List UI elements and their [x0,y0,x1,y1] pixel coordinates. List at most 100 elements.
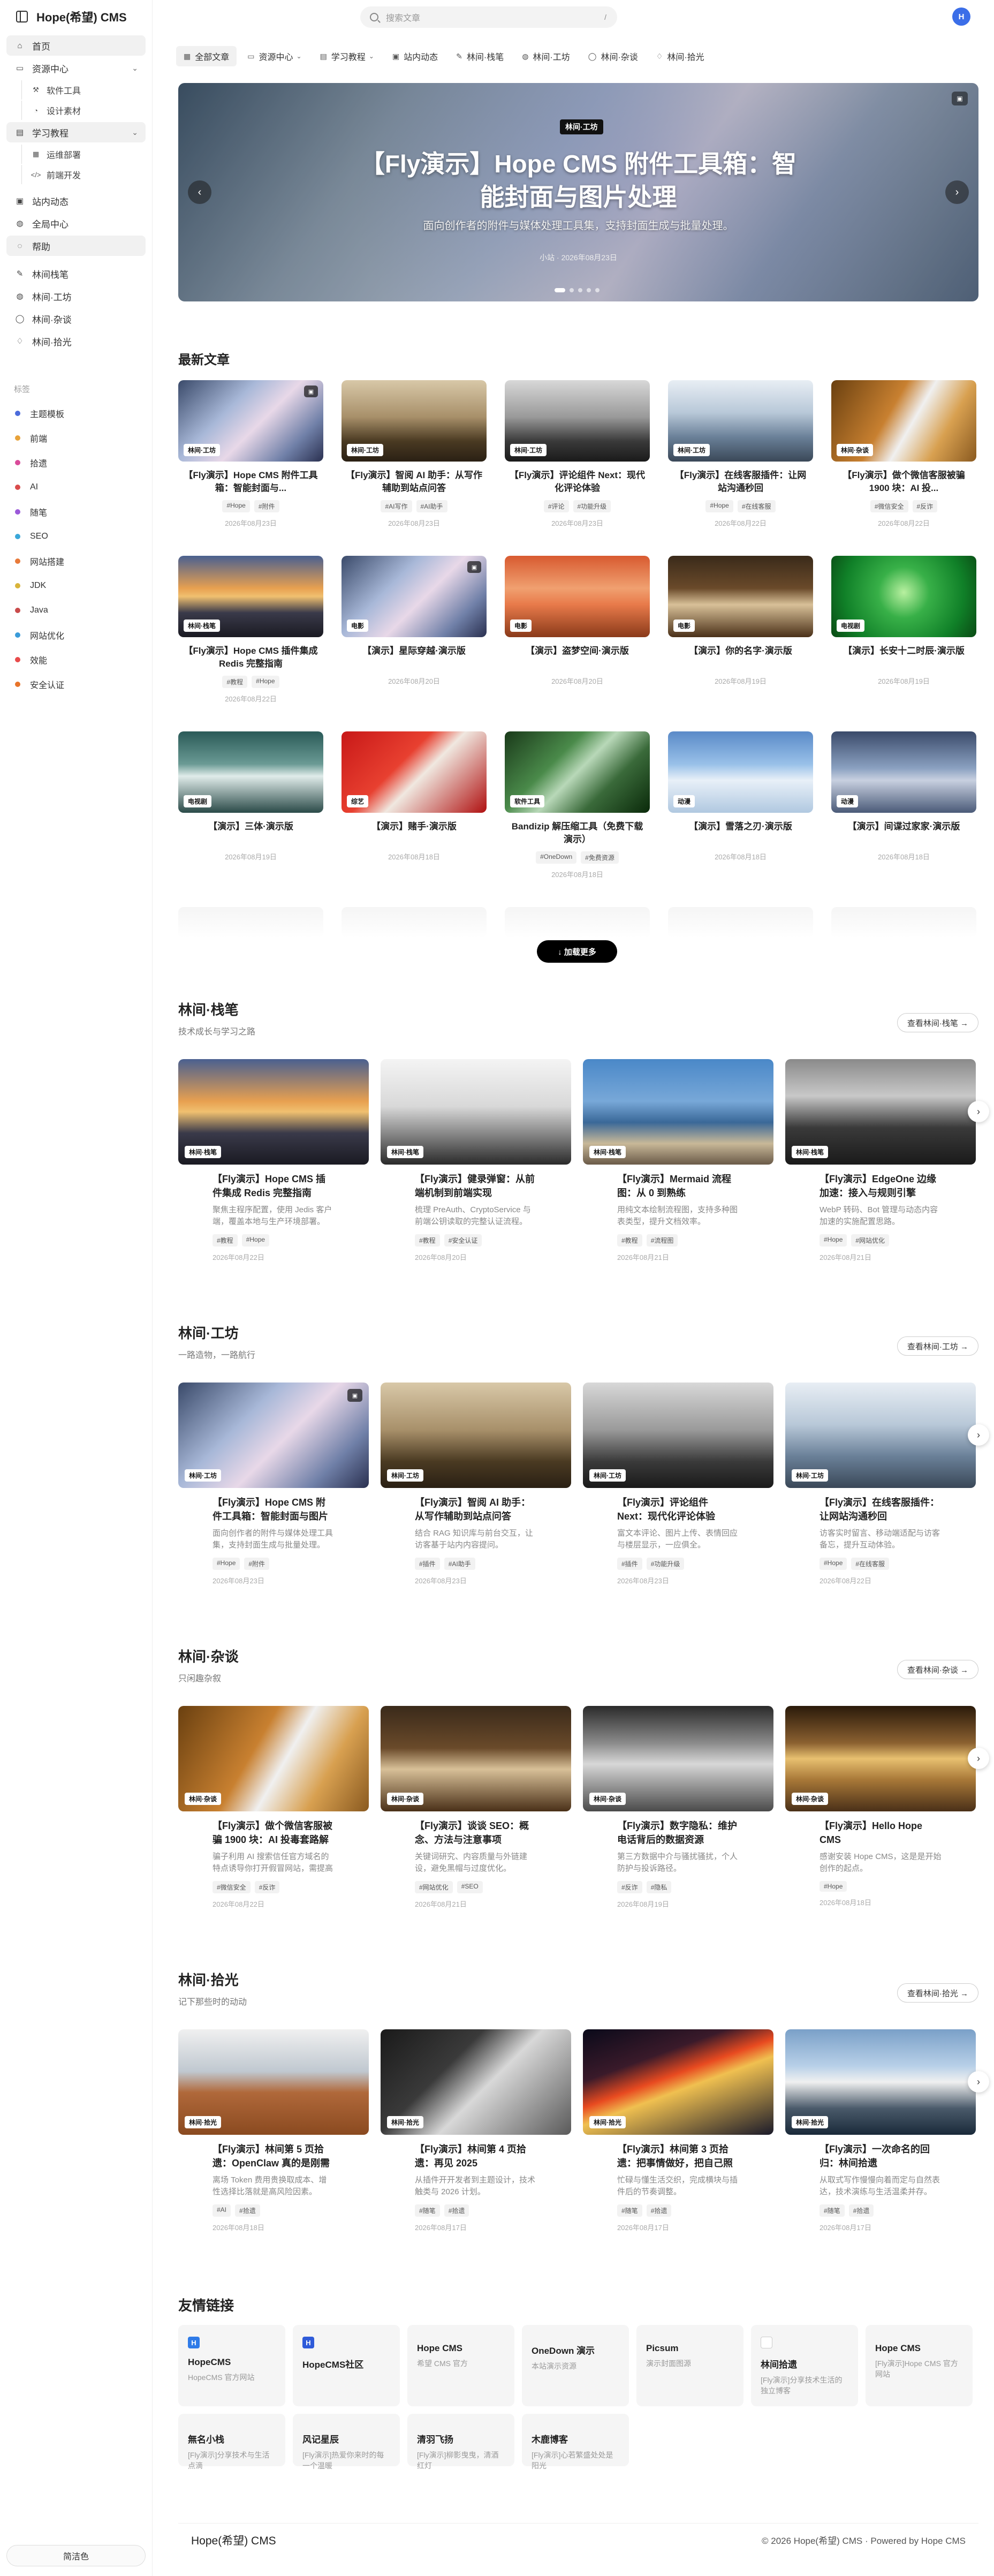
sidebar-item-9[interactable]: ◌ 帮助 [6,236,146,256]
friend-link-card[interactable]: Picsum 演示封面图源 [636,2325,743,2406]
article-tag[interactable]: #Hope [820,1234,847,1247]
article-cover-image[interactable]: 林间·工坊 [505,380,650,462]
article-tag[interactable]: #在线客服 [851,1558,890,1570]
sidebar-item-12[interactable]: ◯ 林间·杂谈 [6,308,146,329]
article-title[interactable]: 【演示】你的名字·演示版 [668,645,813,670]
article-cover-image[interactable]: 林间·杂谈 [831,380,976,462]
sidebar-tag-9[interactable]: 网站优化 [0,623,152,647]
sidebar-item-2[interactable]: ⚒ 软件工具 [21,80,146,100]
article-cover-image[interactable]: 林间·栈笔 [583,1059,773,1165]
category-tab-5[interactable]: ◍ 林间·工坊 [514,46,578,66]
view-section-button[interactable]: 查看林间·杂谈 → [897,1660,978,1679]
article-cover-image[interactable]: 林间·工坊 [342,380,487,462]
sidebar-tag-7[interactable]: JDK [0,573,152,598]
article-tag[interactable]: #Hope [252,676,279,688]
article-title[interactable]: 【演示】星际穿越·演示版 [342,645,487,670]
article-title[interactable]: 【演示】盗梦空间·演示版 [505,645,650,670]
sidebar-tag-0[interactable]: 主题模板 [0,401,152,426]
article-tag[interactable]: #评论 [543,500,569,512]
article-title[interactable]: 【Fly演示】林间第 3 页拾遗：把事情做好，把自己照顾好 [583,2142,773,2170]
search-input[interactable]: 搜索文章 / [360,6,617,28]
article-card[interactable]: 电视剧 【演示】三体·演示版 2026年08月19日 [178,731,323,862]
category-tab-3[interactable]: ▣ 站内动态 [385,46,445,66]
article-tag[interactable]: #插件 [415,1558,440,1570]
article-title[interactable]: 【Fly演示】林间第 5 页拾遗：OpenClaw 真的是刚需吗? [178,2142,369,2170]
article-card[interactable]: 林间·工坊 【Fly演示】评论组件 Next：现代化评论体验 #评论 #功能升级 202… [505,380,650,528]
article-tag[interactable]: #反诈 [617,1881,642,1893]
article-tag[interactable]: #Hope [705,500,733,512]
logo-row[interactable]: Hope(希望) CMS [0,0,152,33]
sidebar-item-10[interactable]: ✎ 林间栈笔 [6,263,146,284]
article-cover-image[interactable]: 林间·工坊 ▣ [178,1383,369,1488]
scroll-right-button[interactable]: › [968,1101,989,1122]
sidebar-item-3[interactable]: ◔ 设计素材 [21,101,146,120]
article-cover-image[interactable]: 动漫 [831,731,976,813]
article-tag[interactable]: #微信安全 [870,500,908,512]
article-title[interactable]: 【演示】长安十二时辰·演示版 [831,645,976,670]
sidebar-item-4[interactable]: ▤ 学习教程 ⌄ [6,122,146,142]
category-tab-6[interactable]: ◯ 林间·杂谈 [581,46,646,66]
article-cover-image[interactable]: 林间·栈笔 [785,1059,976,1165]
article-cover-image[interactable]: 软件工具 [505,731,650,813]
article-card[interactable]: 林间·拾光【Fly演示】林间第 5 页拾遗：OpenClaw 真的是刚需吗? 离场… [178,2029,369,2232]
article-tag[interactable]: #拾遗 [848,2204,874,2217]
article-tag[interactable]: #网站优化 [415,1881,453,1893]
sidebar-tag-3[interactable]: AI [0,475,152,500]
article-tag[interactable]: #Hope [222,500,250,512]
article-tag[interactable]: #拾遗 [646,2204,672,2217]
friend-link-card[interactable]: 林间拾遗 [Fly演示]分享技术生活的独立博客 [751,2325,858,2406]
article-tag[interactable]: #随笔 [617,2204,642,2217]
article-tag[interactable]: #Hope [820,1558,847,1570]
view-section-button[interactable]: 查看林间·栈笔 → [897,1013,978,1032]
scroll-right-button[interactable]: › [968,1424,989,1446]
friend-link-card[interactable]: OneDown 演示 本站演示资源 [522,2325,629,2406]
article-cover-image[interactable]: 林间·工坊 [583,1383,773,1488]
article-card[interactable]: 软件工具 Bandizip 解压缩工具（免费下载演示） #OneDown #免费资源 2… [505,731,650,879]
article-card[interactable]: 动漫 【演示】雪落之刃·演示版 2026年08月18日 [668,731,813,862]
article-card[interactable]: 林间·工坊 【Fly演示】评论组件 Next：现代化评论体验 富文本评论、图片上传、… [583,1383,773,1585]
hero-title[interactable]: 【Fly演示】Hope CMS 附件工具箱：智能封面与图片处理 [355,147,802,214]
sidebar-tag-4[interactable]: 随笔 [0,500,152,524]
article-cover-image[interactable]: 林间·拾光 [583,2029,773,2135]
article-cover-image[interactable]: 综艺 [342,731,487,813]
article-card[interactable]: 综艺 【演示】赌手·演示版 2026年08月18日 [342,731,487,862]
article-card[interactable]: 电影 ▣ 【演示】星际穿越·演示版 2026年08月20日 [342,556,487,686]
article-tag[interactable]: #功能升级 [646,1558,685,1570]
article-tag[interactable]: #随笔 [415,2204,440,2217]
sidebar-toggle-icon[interactable] [16,11,28,22]
article-card[interactable]: 林间·杂谈【Fly演示】做个微信客服被骗 1900 块：AI 投毒套路解析骗子利… [178,1706,369,1909]
article-cover-image[interactable]: 林间·栈笔 [178,1059,369,1165]
article-card[interactable]: 林间·杂谈 【Fly演示】Hello Hope CMS 感谢安装 Hope CMS，… [785,1706,976,1907]
sidebar-tag-5[interactable]: SEO [0,524,152,549]
article-card[interactable]: 林间·拾光 【Fly演示】林间第 4 页拾遗：再见 2025 从插件开开发者到主题设… [381,2029,571,2232]
article-tag[interactable]: #教程 [213,1234,238,1247]
article-tag[interactable]: #网站优化 [851,1234,890,1247]
article-tag[interactable]: #附件 [254,500,279,512]
article-card[interactable]: 林间·工坊 【Fly演示】智阅 AI 助手：从写作辅助到站点问答 结合 RAG 知识… [381,1383,571,1585]
article-tag[interactable]: #安全认证 [444,1234,482,1247]
article-cover-image[interactable]: 林间·杂谈 [381,1706,571,1811]
sidebar-item-7[interactable]: ▣ 站内动态 [6,191,146,211]
article-tag[interactable]: #Hope [213,1558,240,1570]
article-card[interactable]: 林间·拾光【Fly演示】林间第 3 页拾遗：把事情做好，把自己照顾好忙碌与懂生活… [583,2029,773,2232]
article-cover-image[interactable]: 动漫 [668,731,813,813]
view-section-button[interactable]: 查看林间·工坊 → [897,1336,978,1356]
load-more-button[interactable]: ↓ 加载更多 [537,940,617,963]
article-tag[interactable]: #微信安全 [213,1881,251,1893]
article-title[interactable]: 【Fly演示】Hello Hope CMS [785,1819,976,1847]
article-card[interactable]: 林间·拾光 【Fly演示】一次命名的回归：林间拾遗 从取式写作慢慢向着而定与自然表达… [785,2029,976,2232]
friend-link-card[interactable]: 木鹿博客 [Fly演示]心若繁盛处处是阳光 [522,2414,629,2470]
sidebar-item-8[interactable]: ◍ 全局中心 [6,213,146,233]
article-cover-image[interactable]: 电视剧 [178,731,323,813]
carousel-next-button[interactable]: › [945,180,969,204]
article-title[interactable]: 【Fly演示】评论组件 Next：现代化评论体验 [583,1495,773,1523]
article-title[interactable]: 【Fly演示】一次命名的回归：林间拾遗 [785,2142,976,2170]
article-cover-image[interactable]: 林间·杂谈 [583,1706,773,1811]
article-tag[interactable]: #反诈 [254,1881,280,1893]
article-tag[interactable]: #SEO [457,1881,483,1893]
article-card[interactable]: 电影 【演示】你的名字·演示版 2026年08月19日 [668,556,813,686]
article-title[interactable]: 【Fly演示】做个微信客服被骗 1900 块：AI 投毒套路解析 [178,1819,369,1847]
article-cover-image[interactable]: 林间·工坊 [785,1383,976,1488]
sidebar-tag-1[interactable]: 前端 [0,426,152,450]
article-title[interactable]: 【Fly演示】谈谈 SEO：概念、方法与注意事项 [381,1819,571,1847]
